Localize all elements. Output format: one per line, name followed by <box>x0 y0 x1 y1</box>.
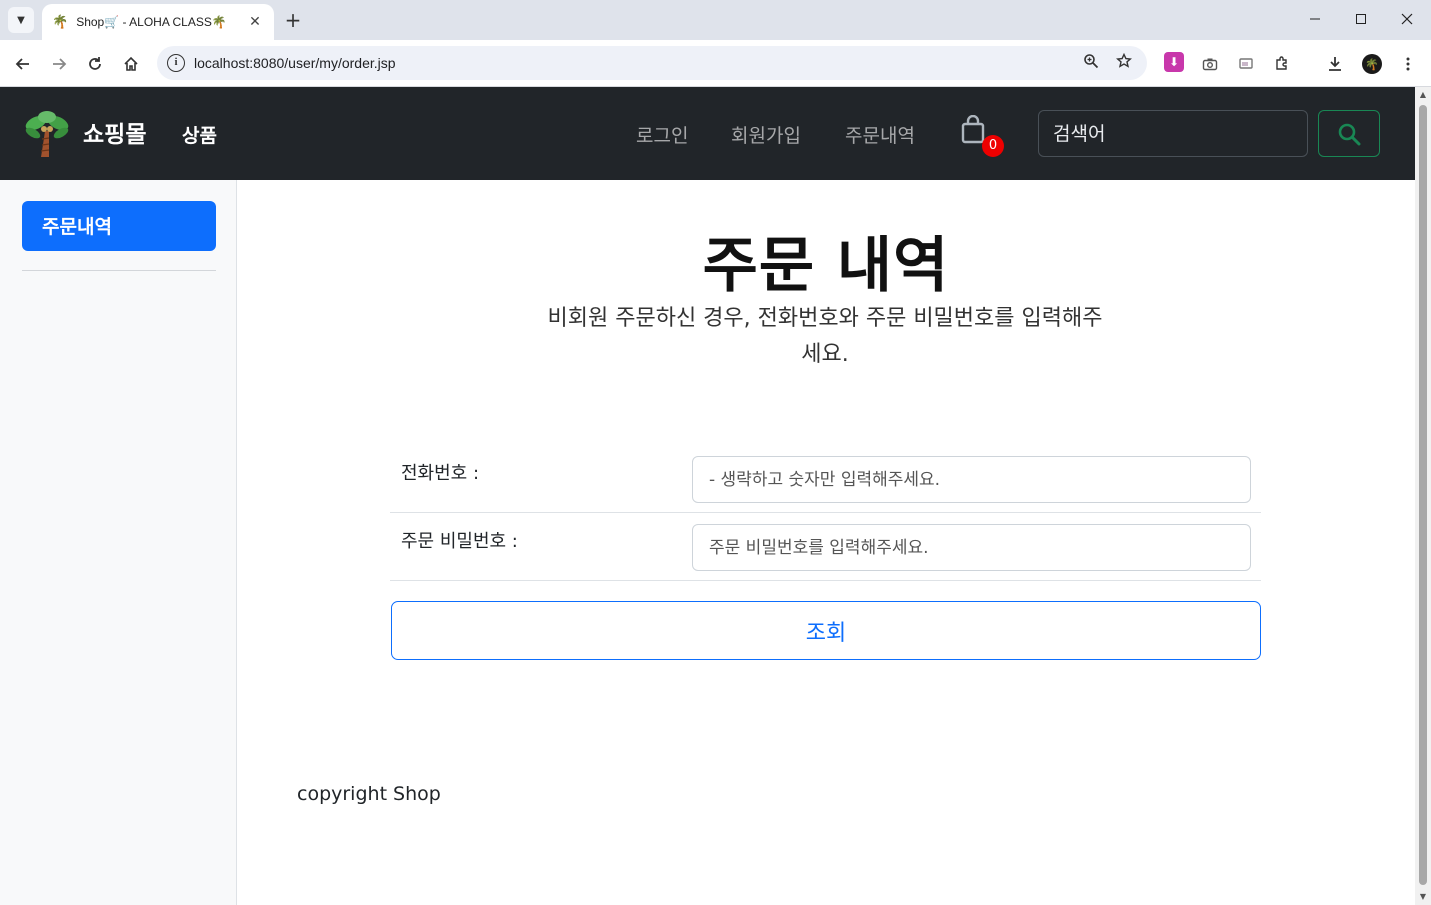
camera-icon <box>1202 58 1218 71</box>
close-icon <box>1401 13 1413 25</box>
extensions-button[interactable] <box>1270 52 1294 76</box>
chevron-down-icon: ▼ <box>17 14 25 26</box>
tab-search-button[interactable]: ▼ <box>8 7 34 33</box>
url-text: localhost:8080/user/my/order.jsp <box>194 55 396 71</box>
sidebar: 주문내역 <box>0 180 237 905</box>
site-navbar: 쇼핑몰 상품 로그인 회원가입 주문내역 0 <box>0 87 1415 180</box>
site-info-icon[interactable]: i <box>167 54 185 72</box>
bookmark-star-icon[interactable] <box>1114 52 1134 73</box>
phone-input[interactable] <box>692 456 1251 503</box>
minimize-button[interactable] <box>1303 8 1327 32</box>
zoom-icon[interactable] <box>1081 53 1101 73</box>
palm-tree-favicon-icon: 🌴 <box>52 14 69 30</box>
scroll-down-arrow-icon[interactable]: ▼ <box>1415 889 1431 905</box>
avatar: 🌴 <box>1362 54 1382 74</box>
nav-link-orders[interactable]: 주문내역 <box>845 121 915 148</box>
search-icon <box>1338 123 1361 145</box>
menu-button[interactable] <box>1396 52 1420 76</box>
footer-copyright: copyright Shop <box>297 783 441 805</box>
more-vertical-icon <box>1406 57 1410 71</box>
scroll-up-arrow-icon[interactable]: ▲ <box>1415 87 1431 103</box>
nav-link-signup[interactable]: 회원가입 <box>731 121 801 148</box>
new-tab-button[interactable]: + <box>282 8 304 32</box>
sidebar-item-orders[interactable]: 주문내역 <box>22 201 216 251</box>
star-icon <box>1116 52 1132 68</box>
search-input[interactable] <box>1038 110 1308 157</box>
minimize-icon <box>1310 18 1320 20</box>
profile-button[interactable]: 🌴 <box>1360 52 1384 76</box>
web-page: 쇼핑몰 상품 로그인 회원가입 주문내역 0 주문내역 주문 내역 비회원 주문… <box>0 87 1415 905</box>
close-window-button[interactable] <box>1395 8 1419 32</box>
browser-toolbar: i localhost:8080/user/my/order.jsp ⬇ 🌴 <box>0 40 1431 87</box>
arrow-left-icon <box>15 58 29 70</box>
reload-button[interactable] <box>83 52 107 76</box>
maximize-icon <box>1356 14 1366 24</box>
cart-button[interactable]: 0 <box>960 115 1006 159</box>
address-bar[interactable]: i localhost:8080/user/my/order.jsp <box>157 46 1147 80</box>
maximize-button[interactable] <box>1349 8 1373 32</box>
home-button[interactable] <box>119 52 143 76</box>
palm-tree-logo-icon[interactable] <box>24 109 70 159</box>
page-title: 주문 내역 <box>702 231 950 301</box>
back-button[interactable] <box>11 52 35 76</box>
download-icon <box>1329 57 1341 71</box>
nav-link-login[interactable]: 로그인 <box>636 121 688 148</box>
order-password-input[interactable] <box>692 524 1251 571</box>
tab-close-icon[interactable]: ✕ <box>246 14 264 30</box>
nav-link-products[interactable]: 상품 <box>182 121 217 148</box>
page-scrollbar[interactable]: ▲ ▼ <box>1415 87 1431 905</box>
brand-name[interactable]: 쇼핑몰 <box>83 115 146 149</box>
home-icon <box>124 56 138 71</box>
scroll-thumb[interactable] <box>1419 105 1427 885</box>
extension-download-icon[interactable]: ⬇ <box>1164 52 1184 72</box>
password-label: 주문 비밀번호 : <box>401 531 518 552</box>
puzzle-icon <box>1276 56 1287 70</box>
forward-button[interactable] <box>47 52 71 76</box>
cast-extension-button[interactable] <box>1234 52 1258 76</box>
search-button[interactable] <box>1318 110 1380 157</box>
zoom-in-icon <box>1084 54 1099 69</box>
sidebar-divider <box>22 270 216 271</box>
tab-title: Shop🛒 - ALOHA CLASS🌴 <box>76 15 227 29</box>
page-subtitle: 비회원 주문하신 경우, 전화번호와 주문 비밀번호를 입력해주세요. <box>547 306 1103 367</box>
reload-icon <box>89 57 101 70</box>
cart-count-badge: 0 <box>982 135 1004 157</box>
arrow-right-icon <box>53 58 67 70</box>
lookup-button[interactable]: 조회 <box>391 601 1261 660</box>
screenshot-extension-button[interactable] <box>1198 52 1222 76</box>
downloads-button[interactable] <box>1323 52 1347 76</box>
browser-tab-active[interactable]: 🌴 Shop🛒 - ALOHA CLASS🌴 ✕ <box>42 4 274 40</box>
password-form-row: 주문 비밀번호 : <box>390 513 1261 581</box>
phone-form-row: 전화번호 : <box>390 445 1261 513</box>
phone-label: 전화번호 : <box>401 463 480 484</box>
cast-icon <box>1239 58 1253 69</box>
browser-tab-bar: ▼ 🌴 Shop🛒 - ALOHA CLASS🌴 ✕ + <box>0 0 1431 40</box>
